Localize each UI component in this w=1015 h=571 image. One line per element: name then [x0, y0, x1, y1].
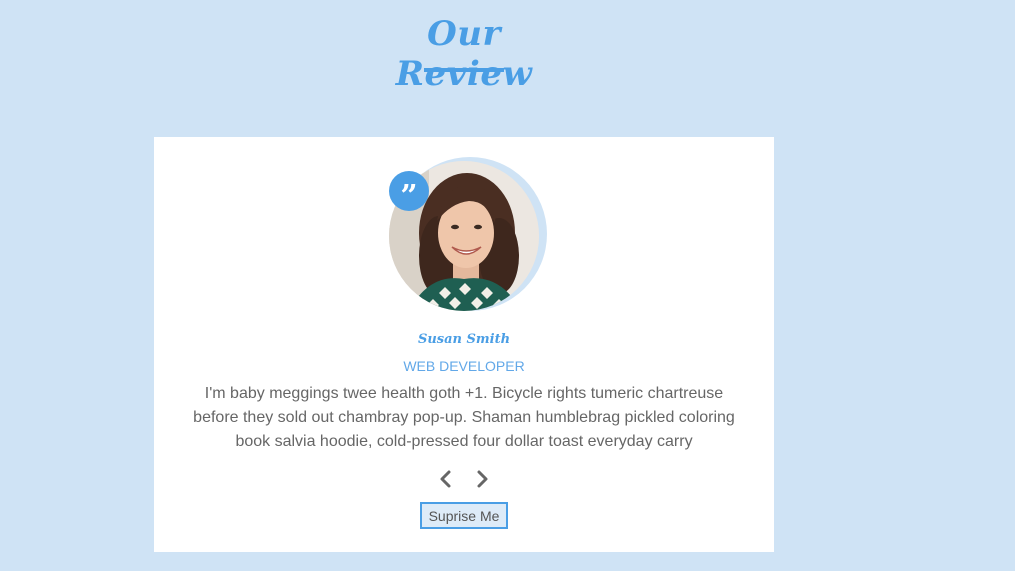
surprise-me-button[interactable]: Suprise Me [420, 502, 508, 529]
review-text: I'm baby meggings twee health goth +1. B… [193, 385, 735, 450]
quote-icon: ” [389, 171, 429, 212]
next-button[interactable] [470, 467, 494, 491]
title-underline [424, 68, 504, 72]
reviewer-job: Web Developer [403, 358, 525, 374]
reviewer-name: Susan Smith [417, 332, 511, 347]
prev-button[interactable] [434, 467, 458, 491]
chevron-left-icon [440, 470, 451, 488]
chevron-right-icon [477, 470, 488, 488]
review-card: ” Susan Smith Web Developer I'm baby meg… [154, 137, 774, 552]
section-title: Our Review [395, 14, 533, 94]
